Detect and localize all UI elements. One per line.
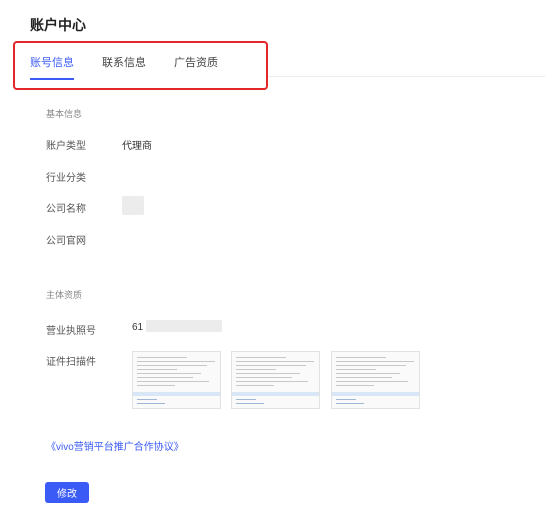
section-basic-info: 基本信息 [46, 109, 83, 119]
edit-button[interactable]: 修改 [45, 482, 89, 503]
company-name-redacted [122, 196, 144, 215]
section-qualification: 主体资质 [46, 290, 83, 300]
tab-contact-info[interactable]: 联系信息 [102, 54, 146, 80]
scan-thumbnail-3[interactable] [331, 351, 420, 409]
tab-divider [268, 76, 545, 77]
tab-bar: 账号信息 联系信息 广告资质 [30, 54, 246, 80]
account-type-value: 代理商 [122, 141, 152, 152]
tab-ad-qualification[interactable]: 广告资质 [174, 54, 218, 80]
agreement-link[interactable]: 《vivo营销平台推广合作协议》 [46, 438, 184, 453]
scans-label: 证件扫描件 [46, 357, 96, 368]
scan-thumbnail-2[interactable] [231, 351, 320, 409]
tab-account-info[interactable]: 账号信息 [30, 54, 74, 80]
industry-label: 行业分类 [46, 173, 86, 184]
scan-thumbnail-1[interactable] [132, 351, 221, 409]
page-title: 账户中心 [30, 17, 86, 33]
license-number-value: 61 [132, 322, 144, 333]
license-number-redacted [146, 320, 222, 332]
company-website-label: 公司官网 [46, 236, 86, 247]
company-name-label: 公司名称 [46, 204, 86, 215]
license-number-label: 营业执照号 [46, 326, 96, 337]
account-type-label: 账户类型 [46, 141, 86, 152]
